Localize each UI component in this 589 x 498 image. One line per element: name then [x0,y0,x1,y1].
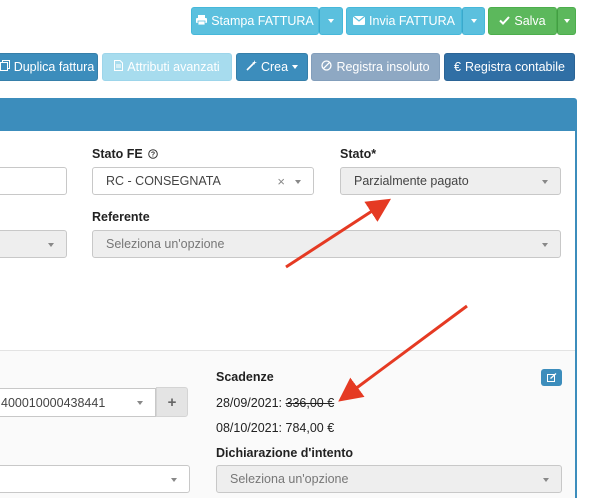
chevron-down-icon [543,478,549,482]
register-accounting-label: Registra contabile [464,60,565,74]
caret-down-icon [563,19,570,23]
panel-header [0,98,577,131]
caret-down-icon [328,19,334,23]
print-invoice-label: Stampa FATTURA [211,14,314,28]
chevron-down-icon [295,180,301,184]
copy-icon [0,60,10,74]
magic-wand-icon [246,60,257,74]
scadenza-row-2: 08/10/2021: 784,00 € [216,421,335,435]
register-accounting-button[interactable]: € Registra contabile [444,53,575,81]
left-lower-select[interactable] [0,465,190,493]
plus-icon: + [167,393,177,411]
print-invoice-button[interactable]: Stampa FATTURA [191,7,319,35]
clear-icon[interactable]: × [277,174,285,189]
stato-label: Stato* [340,147,377,161]
ban-icon [321,60,333,74]
check-icon [499,14,511,28]
edit-icon [546,371,557,385]
send-invoice-dropdown[interactable] [462,7,485,35]
save-button[interactable]: Salva [488,7,557,35]
stato-fe-value: RC - CONSEGNATA [106,174,221,188]
euro-icon: € [453,60,461,74]
svg-text:?: ? [151,152,155,159]
chevron-down-icon [542,243,548,247]
panel-right-border [575,131,577,498]
referente-placeholder: Seleziona un'opzione [106,237,225,251]
create-label: Crea [260,60,289,74]
scadenze-label: Scadenze [216,370,274,384]
scadenza-1-amount: 336,00 € [285,396,335,410]
scadenza-row-1: 28/09/2021: 336,00 € [216,396,334,410]
dichiarazione-select[interactable]: Seleziona un'opzione [216,465,562,493]
stato-value: Parzialmente pagato [354,174,469,188]
chevron-down-icon [137,401,143,405]
caret-down-icon [470,19,477,23]
dichiarazione-placeholder: Seleziona un'opzione [230,472,349,486]
print-icon [196,14,208,28]
question-circle-icon[interactable]: ? [148,147,158,161]
save-label: Salva [514,14,546,28]
scadenza-1-date: 28/09/2021: [216,396,283,410]
create-button[interactable]: Crea [236,53,308,81]
bank-value: 400010000438441 [1,395,106,410]
stato-select[interactable]: Parzialmente pagato [340,167,561,195]
advanced-attributes-label: Attributi avanzati [127,60,220,74]
file-icon [114,60,124,74]
left-select[interactable] [0,230,67,258]
print-invoice-dropdown[interactable] [319,7,343,35]
register-unpaid-label: Registra insoluto [336,60,430,74]
register-unpaid-button[interactable]: Registra insoluto [311,53,440,81]
save-dropdown[interactable] [557,7,576,35]
add-bank-button[interactable]: + [156,387,188,417]
chevron-down-icon [48,243,54,247]
duplicate-invoice-button[interactable]: Duplica fattura [0,53,98,81]
envelope-icon [352,14,366,28]
duplicate-invoice-label: Duplica fattura [13,60,95,74]
stato-fe-label: Stato FE ? [92,147,158,161]
left-text-field[interactable] [0,167,67,195]
send-invoice-label: Invia FATTURA [369,14,455,28]
caret-down-icon [292,65,299,69]
referente-select[interactable]: Seleziona un'opzione [92,230,561,258]
chevron-down-icon [542,180,548,184]
edit-scadenze-button[interactable] [541,369,562,386]
stato-fe-select[interactable]: RC - CONSEGNATA × [92,167,314,195]
dichiarazione-label: Dichiarazione d'intento [216,446,354,460]
bank-select[interactable]: 400010000438441 [0,388,156,417]
advanced-attributes-button[interactable]: Attributi avanzati [102,53,232,81]
send-invoice-button[interactable]: Invia FATTURA [346,7,462,35]
referente-label: Referente [92,210,150,224]
chevron-down-icon [171,478,177,482]
section-divider [0,350,575,351]
